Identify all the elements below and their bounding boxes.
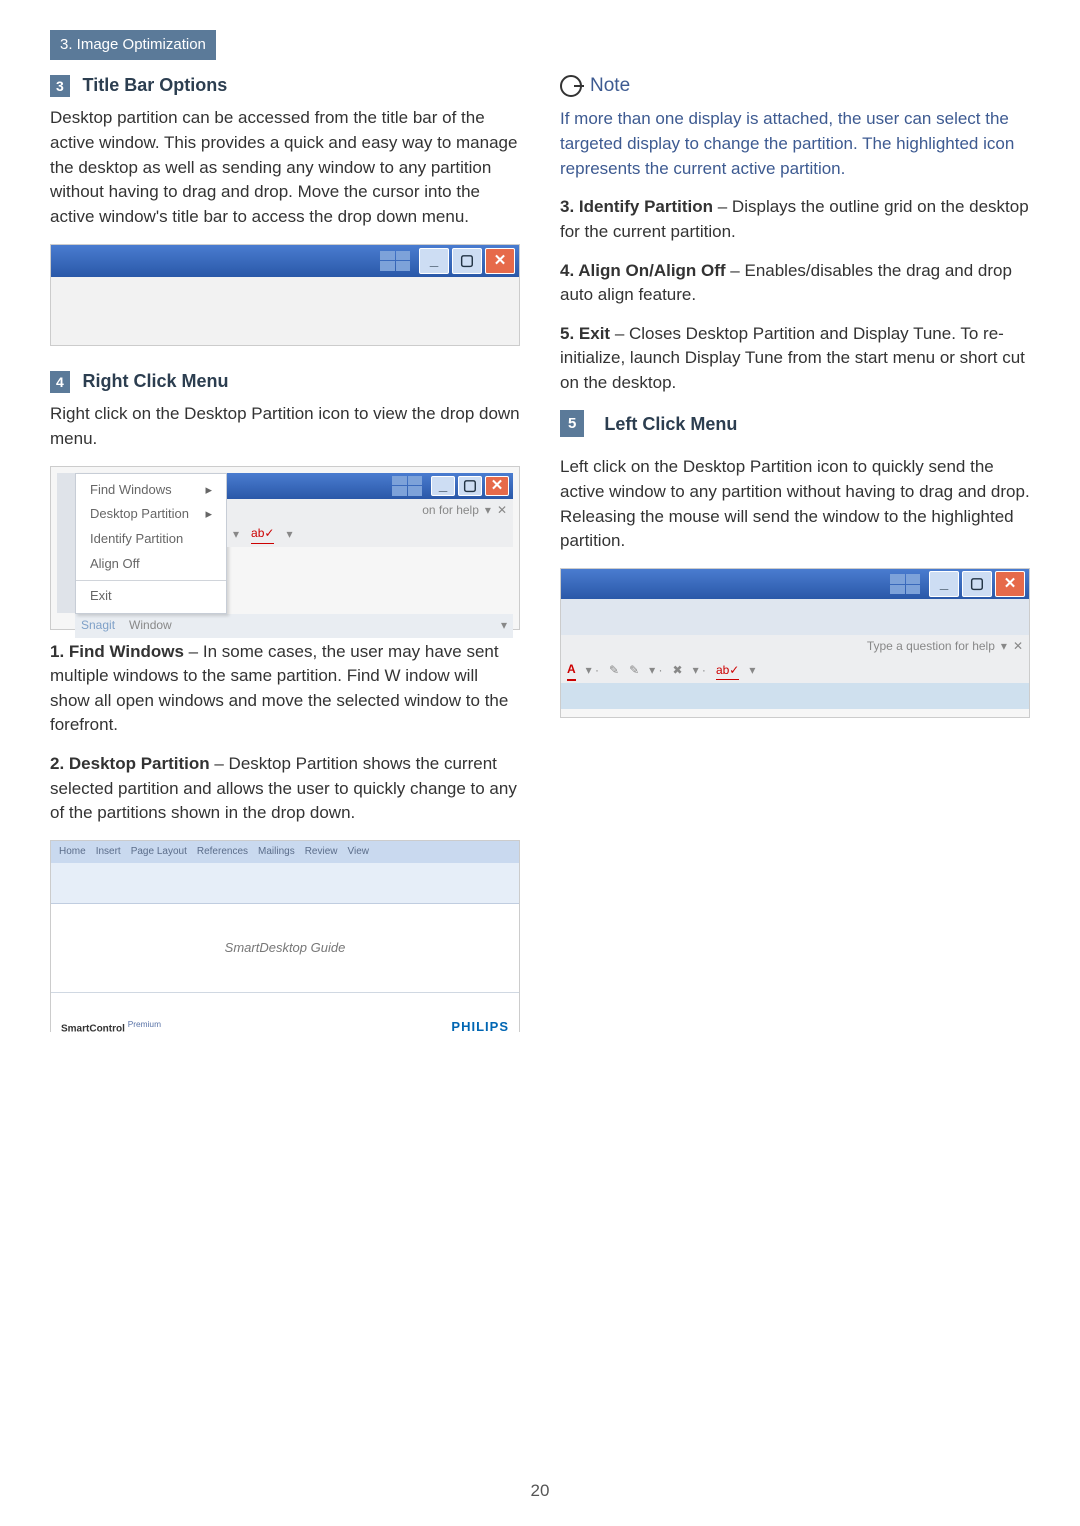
help-bar: on for help▾✕ xyxy=(227,499,513,523)
minimize-icon: _ xyxy=(419,248,449,274)
item-5: 5. Exit – Closes Desktop Partition and D… xyxy=(560,322,1030,396)
item-4: 4. Align On/Align Off – Enables/disables… xyxy=(560,259,1030,308)
toolbar-stub: ▾ ab✓ ▾ xyxy=(227,523,513,547)
word-tabs: HomeInsertPage LayoutReferencesMailingsR… xyxy=(51,841,519,863)
section-5-body: Left click on the Desktop Partition icon… xyxy=(560,455,1030,554)
ctx-desktop-partition: Desktop Partition▸ xyxy=(76,502,226,527)
close-icon: ✕ xyxy=(485,248,515,274)
taskbar-stub xyxy=(561,683,1029,709)
note-title: Note xyxy=(590,72,630,100)
section-3-heading: 3 Title Bar Options xyxy=(50,72,520,99)
close-icon: ✕ xyxy=(485,476,509,496)
item-2: 2. Desktop Partition – Desktop Partition… xyxy=(50,752,520,826)
context-menu-screenshot: Find Windows▸ Desktop Partition▸ Identif… xyxy=(50,466,520,630)
close-icon: ✕ xyxy=(995,571,1025,597)
word-doc-title: SmartDesktop Guide xyxy=(51,904,519,992)
titlebar-screenshot: _ ▢ ✕ xyxy=(50,244,520,346)
partition-icon xyxy=(890,574,920,594)
num-badge-4: 4 xyxy=(50,371,70,393)
partition-icon xyxy=(380,251,410,271)
page-number: 20 xyxy=(0,1479,1080,1504)
ctx-align-off: Align Off xyxy=(76,552,226,577)
maximize-icon: ▢ xyxy=(452,248,482,274)
section-3-body: Desktop partition can be accessed from t… xyxy=(50,106,520,229)
ctx-exit: Exit xyxy=(76,584,226,609)
formatting-toolbar: A▾ · ✎ ✎▾ · ✖▾ · ab✓▾ xyxy=(561,659,1029,683)
context-menu: Find Windows▸ Desktop Partition▸ Identif… xyxy=(75,473,227,614)
note-icon xyxy=(560,75,582,97)
philips-logo: PHILIPS xyxy=(451,1018,509,1037)
note-body: If more than one display is attached, th… xyxy=(560,107,1030,181)
ctx-identify-partition: Identify Partition xyxy=(76,527,226,552)
minimize-icon: _ xyxy=(929,571,959,597)
maximize-icon: ▢ xyxy=(962,571,992,597)
snagit-bar: Snagit Window ▾ xyxy=(75,614,513,638)
left-column: 3 Title Bar Options Desktop partition ca… xyxy=(50,72,520,1042)
section-tab: 3. Image Optimization xyxy=(50,30,216,60)
word-footer: SmartControl Premium PHILIPS xyxy=(51,992,519,1041)
title-bar-options-heading: Title Bar Options xyxy=(83,75,228,95)
minimize-icon: _ xyxy=(431,476,455,496)
section-4-body: Right click on the Desktop Partition ico… xyxy=(50,402,520,451)
note-heading: Note xyxy=(560,72,1030,100)
section-5-heading: 5 Left Click Menu xyxy=(560,410,1030,438)
right-click-menu-heading: Right Click Menu xyxy=(83,371,229,391)
left-click-screenshot: _ ▢ ✕ Type a question for help▾✕ A▾ · ✎ … xyxy=(560,568,1030,718)
mock-titlebar: _ ▢ ✕ xyxy=(51,245,519,277)
num-badge-3: 3 xyxy=(50,75,70,97)
item-1: 1. Find Windows – In some cases, the use… xyxy=(50,640,520,739)
mock-titlebar-2: _ ▢ ✕ xyxy=(561,569,1029,599)
partition-icon xyxy=(392,476,422,496)
maximize-icon: ▢ xyxy=(458,476,482,496)
right-column: Note If more than one display is attache… xyxy=(560,72,1030,1042)
word-ribbon xyxy=(51,863,519,904)
num-badge-5: 5 xyxy=(560,410,584,438)
left-click-menu-heading: Left Click Menu xyxy=(604,411,737,437)
section-4-heading: 4 Right Click Menu xyxy=(50,368,520,395)
word-screenshot: HomeInsertPage LayoutReferencesMailingsR… xyxy=(50,840,520,1032)
item-3: 3. Identify Partition – Displays the out… xyxy=(560,195,1030,244)
help-bar-2: Type a question for help▾✕ xyxy=(561,635,1029,659)
mock-titlebar-small: _ ▢ ✕ xyxy=(227,473,513,499)
ctx-find-windows: Find Windows▸ xyxy=(76,478,226,503)
